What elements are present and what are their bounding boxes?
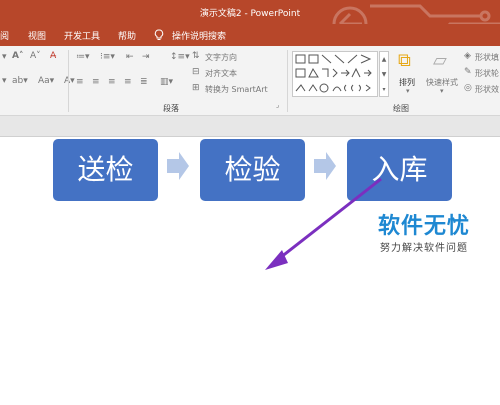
annotation-arrow (265, 177, 382, 270)
watermark-title: 软件无忧 (378, 214, 471, 239)
watermark-subtitle: 努力解决软件问题 (380, 243, 468, 254)
